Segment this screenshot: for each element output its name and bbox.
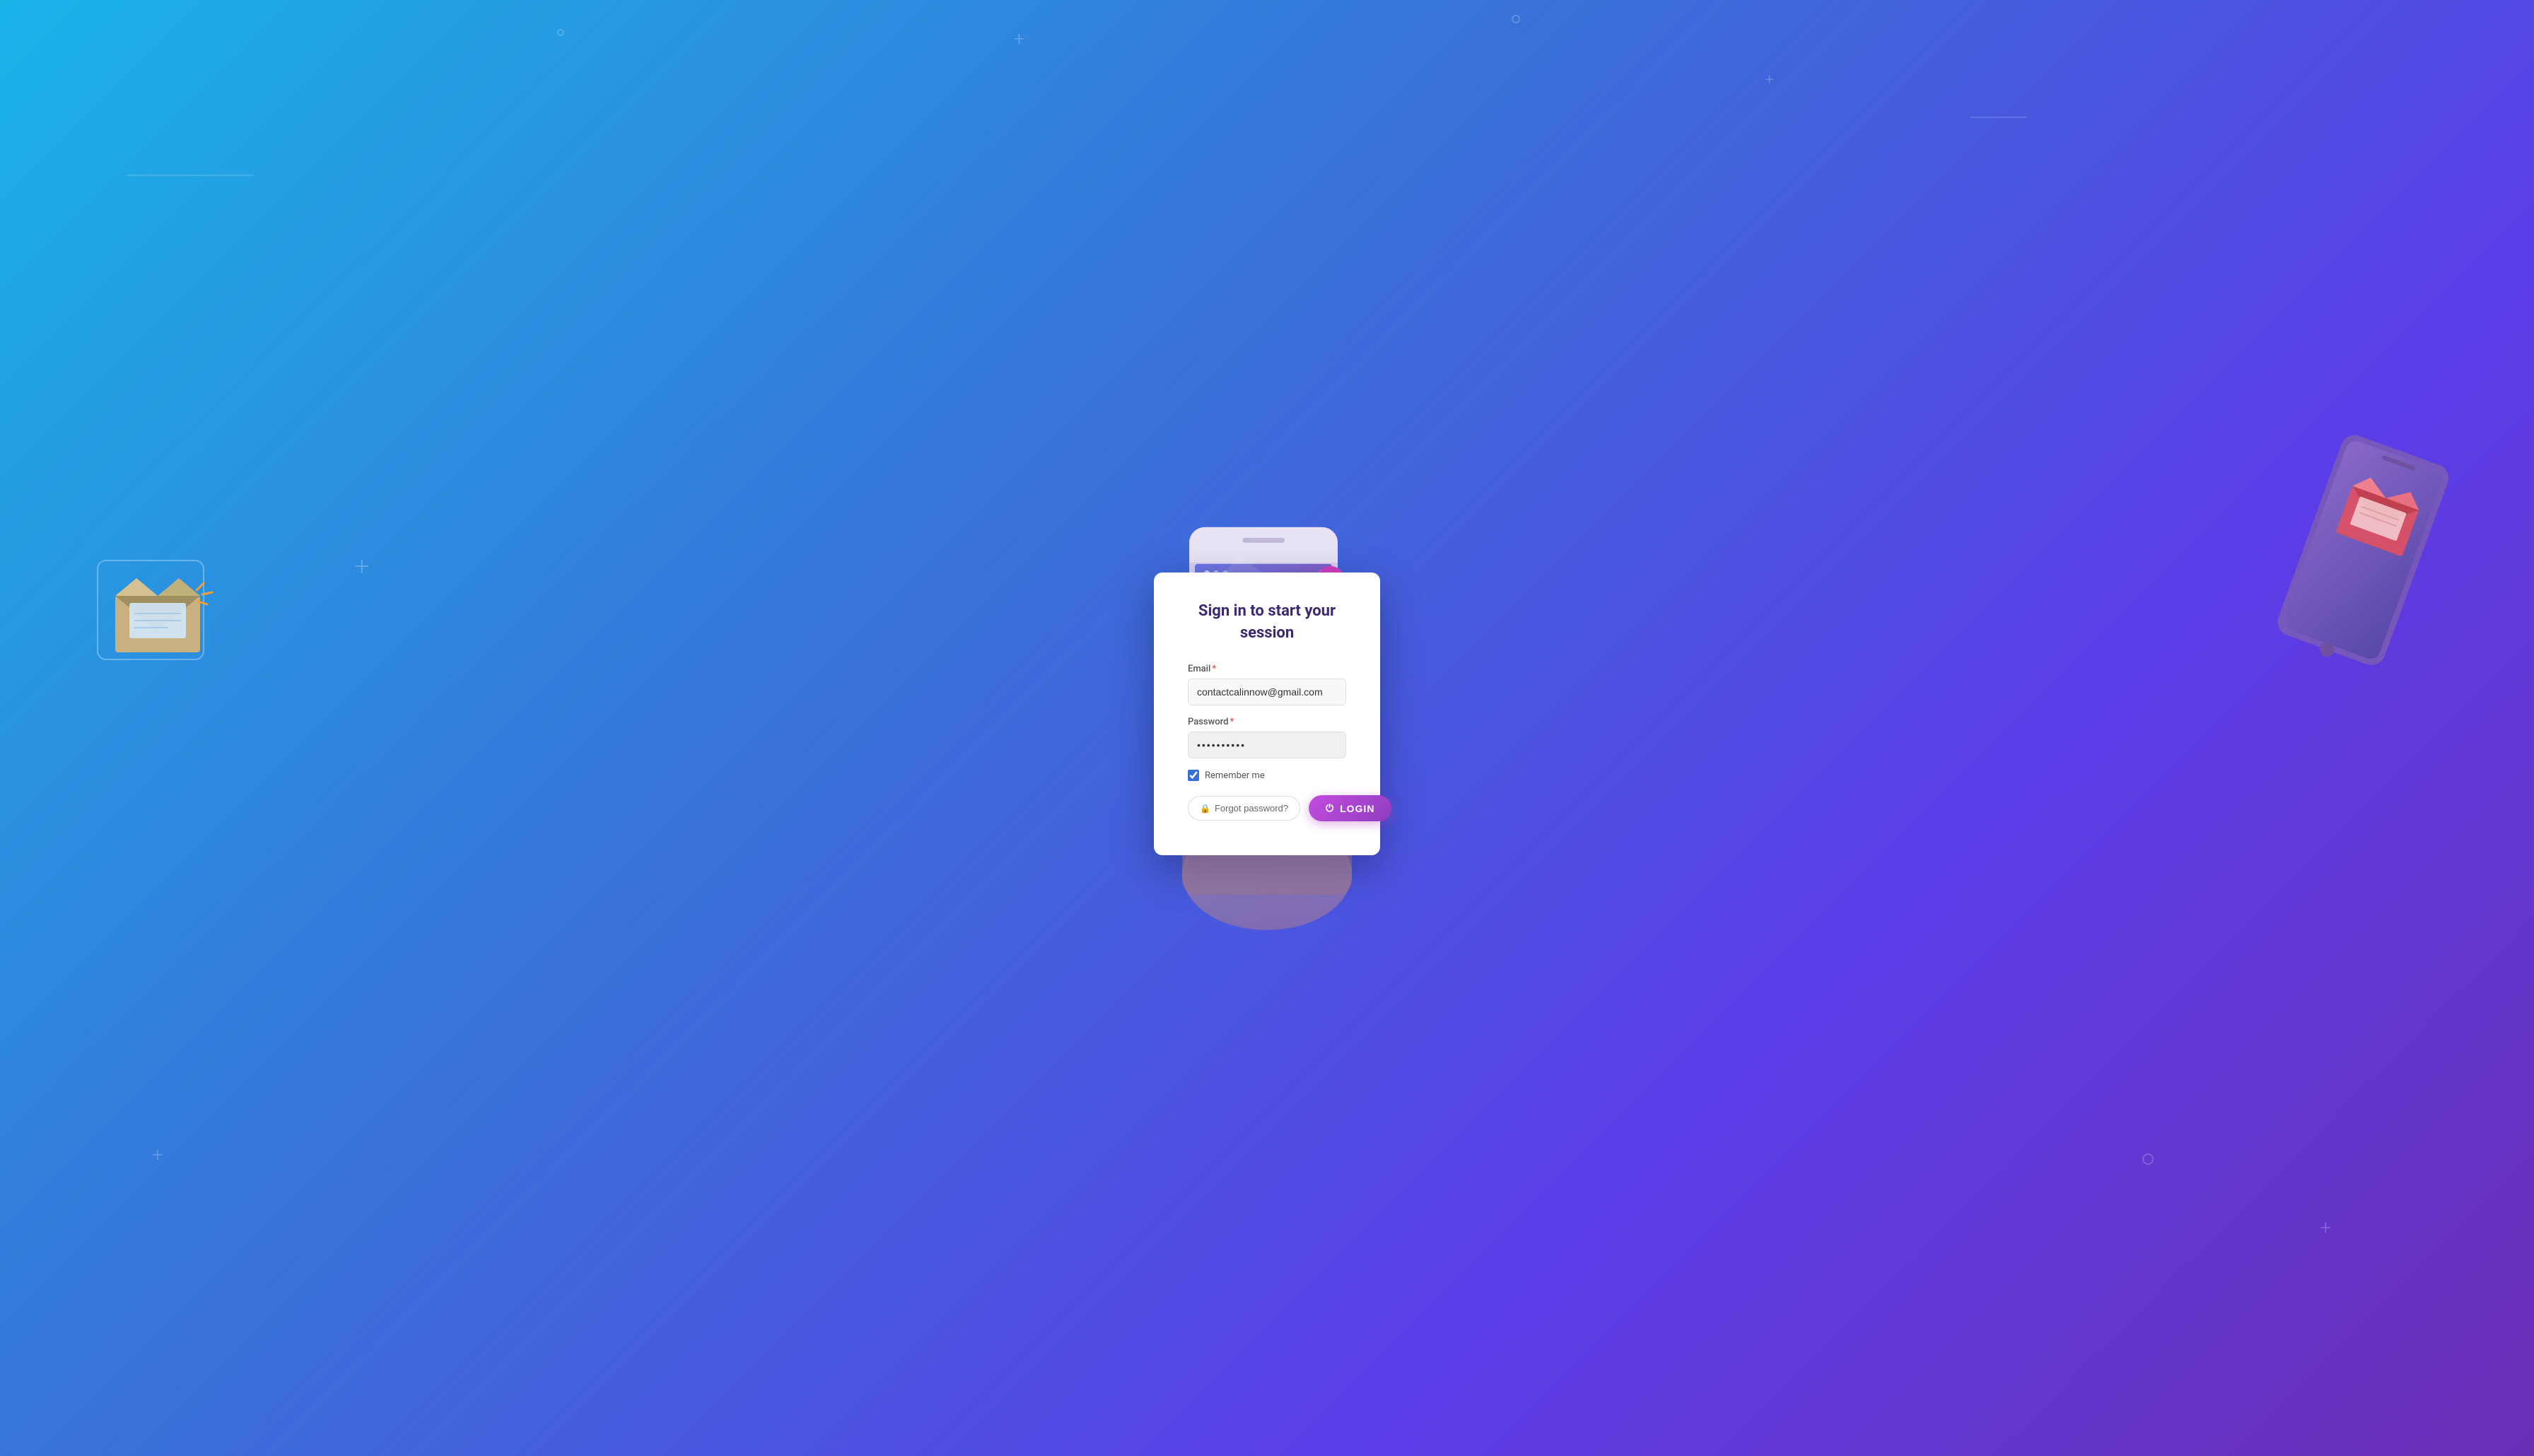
envelope-illustration-left — [76, 539, 239, 683]
deco-line-1 — [127, 175, 254, 176]
deco-plus-1: + — [1014, 29, 1025, 49]
deco-circle-2 — [557, 29, 564, 36]
deco-plus-4: + — [152, 1145, 163, 1165]
login-button[interactable]: ⏻ LOGIN — [1309, 795, 1391, 821]
deco-plus-2: + — [1765, 73, 1773, 88]
login-card: Sign in to start your session Email* Pas… — [1154, 573, 1380, 856]
deco-plus-5: + — [355, 553, 369, 579]
deco-circle-3 — [2142, 1153, 2154, 1165]
email-input[interactable] — [1188, 679, 1346, 705]
login-title: Sign in to start your session — [1188, 601, 1346, 645]
password-form-group: Password* — [1188, 717, 1346, 758]
email-label: Email* — [1188, 664, 1346, 674]
remember-me-label: Remember me — [1205, 770, 1265, 781]
email-form-group: Email* — [1188, 664, 1346, 705]
deco-circle-1 — [1512, 15, 1520, 23]
form-actions: 🔒 Forgot password? ⏻ LOGIN — [1188, 795, 1346, 821]
remember-me-row: Remember me — [1188, 770, 1346, 781]
forgot-password-button[interactable]: 🔒 Forgot password? — [1188, 796, 1300, 821]
deco-line-2 — [1970, 117, 2027, 118]
password-label: Password* — [1188, 717, 1346, 727]
power-icon: ⏻ — [1326, 802, 1334, 814]
remember-me-checkbox[interactable] — [1188, 770, 1199, 781]
forgot-password-label: Forgot password? — [1215, 803, 1288, 814]
lock-icon: 🔒 — [1200, 804, 1210, 814]
password-input[interactable] — [1188, 732, 1346, 758]
phone-illustration-right — [2242, 420, 2475, 726]
deco-plus-3: + — [2320, 1218, 2331, 1238]
login-button-label: LOGIN — [1340, 803, 1374, 814]
